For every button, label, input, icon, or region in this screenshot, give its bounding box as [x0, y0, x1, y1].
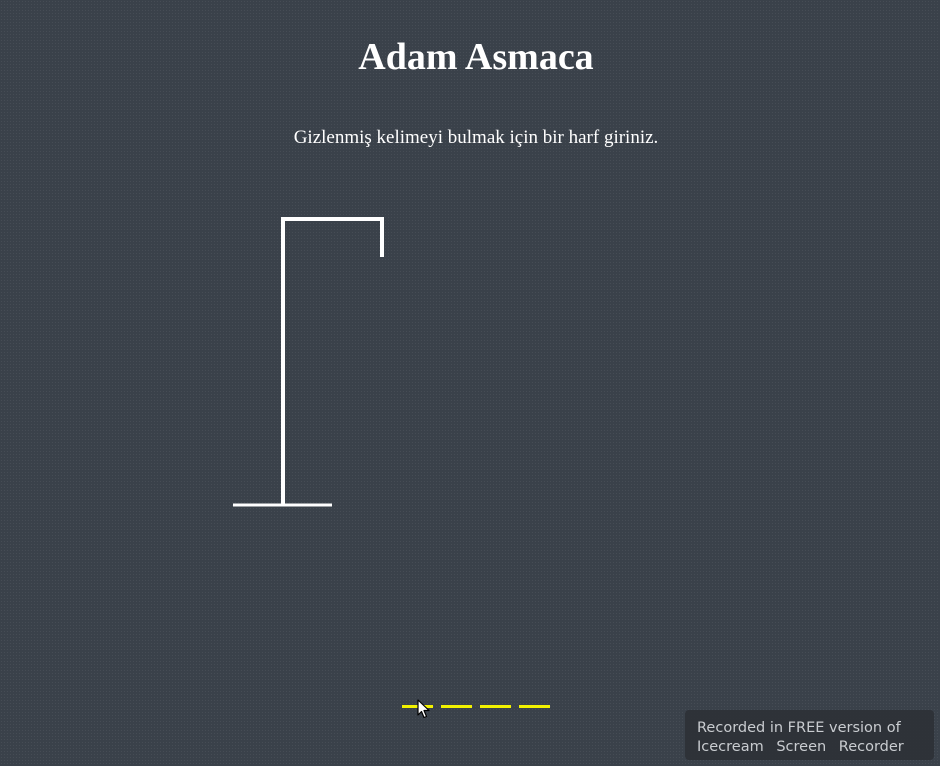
recorder-watermark: Recorded in FREE version of Icecream Scr… [685, 710, 934, 760]
gallows-drawing [233, 217, 384, 507]
mouse-pointer-icon [417, 699, 430, 719]
watermark-line-1: Recorded in FREE version of [697, 720, 901, 736]
letter-slot [480, 690, 511, 708]
watermark-line-2: Icecream Screen Recorder [697, 739, 904, 755]
letter-slot [519, 690, 550, 708]
letter-slot [441, 690, 472, 708]
